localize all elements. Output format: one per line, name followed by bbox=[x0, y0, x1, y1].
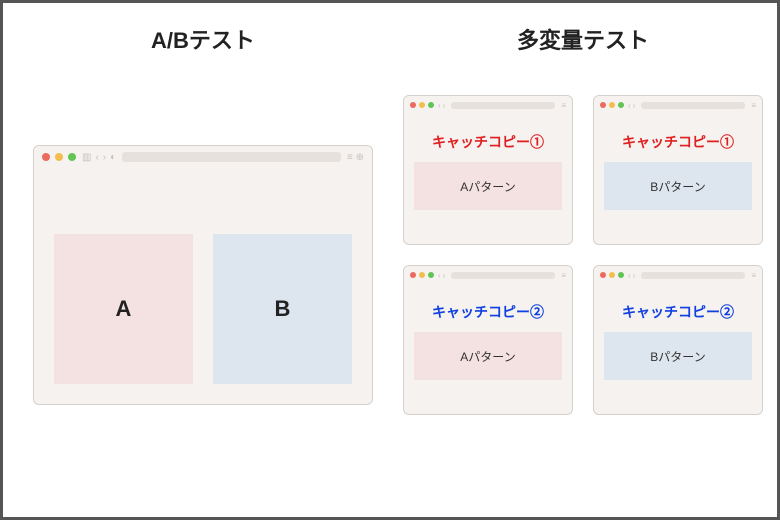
close-icon bbox=[42, 153, 50, 161]
minimize-icon bbox=[609, 102, 615, 108]
browser-titlebar: ‹› ≡ bbox=[594, 266, 762, 284]
maximize-icon bbox=[618, 272, 624, 278]
maximize-icon bbox=[618, 102, 624, 108]
mv-cell-4: ‹› ≡ キャッチコピー② Bパターン bbox=[593, 265, 763, 415]
titlebar-controls: ‹› ≡ bbox=[628, 101, 756, 110]
browser-body: キャッチコピー① Aパターン bbox=[404, 114, 572, 244]
traffic-lights bbox=[410, 272, 434, 278]
titlebar-controls: ‹› ≡ bbox=[438, 101, 566, 110]
browser-body: キャッチコピー② Aパターン bbox=[404, 284, 572, 414]
ab-test-title: A/Bテスト bbox=[33, 23, 373, 55]
titlebar-controls: ‹› ≡ bbox=[438, 271, 566, 280]
browser-titlebar: ‹› ≡ bbox=[594, 96, 762, 114]
pattern-block: Bパターン bbox=[604, 332, 752, 380]
back-icon: ‹ bbox=[438, 101, 441, 110]
close-icon bbox=[600, 102, 606, 108]
ab-panels: A B bbox=[44, 178, 362, 394]
address-bar bbox=[451, 102, 555, 109]
ab-browser-frame: ▥ ‹ › ◐ ≡ ⊕ A B bbox=[33, 145, 373, 405]
address-bar bbox=[641, 272, 745, 279]
multivariate-title: 多変量テスト bbox=[403, 23, 763, 55]
mv-cell-3: ‹› ≡ キャッチコピー② Aパターン bbox=[403, 265, 573, 415]
browser-body: キャッチコピー① Bパターン bbox=[594, 114, 762, 244]
forward-icon: › bbox=[633, 101, 636, 110]
close-icon bbox=[600, 272, 606, 278]
browser-body: A B bbox=[34, 168, 372, 404]
nav-icons: ‹› bbox=[438, 271, 445, 280]
back-icon: ‹ bbox=[438, 271, 441, 280]
forward-icon: › bbox=[103, 152, 106, 163]
ab-test-column: A/Bテスト ▥ ‹ › ◐ ≡ ⊕ bbox=[33, 23, 373, 497]
browser-titlebar: ‹› ≡ bbox=[404, 96, 572, 114]
diagram-container: A/Bテスト ▥ ‹ › ◐ ≡ ⊕ bbox=[33, 23, 747, 497]
forward-icon: › bbox=[633, 271, 636, 280]
forward-icon: › bbox=[443, 271, 446, 280]
nav-icons: ‹› bbox=[628, 101, 635, 110]
variant-a-panel: A bbox=[54, 234, 193, 384]
mv-cell-2: ‹› ≡ キャッチコピー① Bパターン bbox=[593, 95, 763, 245]
menu-icon: ≡ bbox=[561, 101, 566, 110]
titlebar-controls: ‹› ≡ bbox=[628, 271, 756, 280]
multivariate-column: 多変量テスト ‹› ≡ キャッチコピー① bbox=[403, 23, 763, 497]
traffic-lights bbox=[42, 153, 76, 161]
menu-icon: ≡ bbox=[751, 271, 756, 280]
menu-icon: ≡ bbox=[561, 271, 566, 280]
back-icon: ‹ bbox=[628, 271, 631, 280]
pattern-block: Bパターン bbox=[604, 162, 752, 210]
catch-copy-label: キャッチコピー① bbox=[414, 132, 562, 152]
minimize-icon bbox=[609, 272, 615, 278]
back-icon: ‹ bbox=[628, 101, 631, 110]
minimize-icon bbox=[419, 272, 425, 278]
menu-icon: ≡ ⊕ bbox=[347, 152, 364, 163]
nav-icons: ▥ ‹ › ◐ bbox=[82, 152, 116, 163]
maximize-icon bbox=[68, 153, 76, 161]
minimize-icon bbox=[419, 102, 425, 108]
menu-icon: ≡ bbox=[751, 101, 756, 110]
address-bar bbox=[122, 152, 341, 162]
traffic-lights bbox=[600, 102, 624, 108]
maximize-icon bbox=[428, 102, 434, 108]
traffic-lights bbox=[600, 272, 624, 278]
pattern-block: Aパターン bbox=[414, 332, 562, 380]
address-bar bbox=[641, 102, 745, 109]
back-icon: ‹ bbox=[95, 152, 98, 163]
sidebar-icon: ▥ bbox=[82, 152, 91, 163]
close-icon bbox=[410, 102, 416, 108]
shield-icon: ◐ bbox=[110, 152, 116, 163]
browser-titlebar: ‹› ≡ bbox=[404, 266, 572, 284]
catch-copy-label: キャッチコピー② bbox=[604, 302, 752, 322]
pattern-block: Aパターン bbox=[414, 162, 562, 210]
browser-titlebar: ▥ ‹ › ◐ ≡ ⊕ bbox=[34, 146, 372, 168]
browser-body: キャッチコピー② Bパターン bbox=[594, 284, 762, 414]
nav-icons: ‹› bbox=[628, 271, 635, 280]
traffic-lights bbox=[410, 102, 434, 108]
address-bar bbox=[451, 272, 555, 279]
variant-b-panel: B bbox=[213, 234, 352, 384]
close-icon bbox=[410, 272, 416, 278]
titlebar-controls: ▥ ‹ › ◐ ≡ ⊕ bbox=[82, 152, 364, 163]
nav-icons: ‹› bbox=[438, 101, 445, 110]
catch-copy-label: キャッチコピー① bbox=[604, 132, 752, 152]
maximize-icon bbox=[428, 272, 434, 278]
forward-icon: › bbox=[443, 101, 446, 110]
mv-cell-1: ‹› ≡ キャッチコピー① Aパターン bbox=[403, 95, 573, 245]
multivariate-grid: ‹› ≡ キャッチコピー① Aパターン bbox=[403, 95, 763, 415]
catch-copy-label: キャッチコピー② bbox=[414, 302, 562, 322]
minimize-icon bbox=[55, 153, 63, 161]
